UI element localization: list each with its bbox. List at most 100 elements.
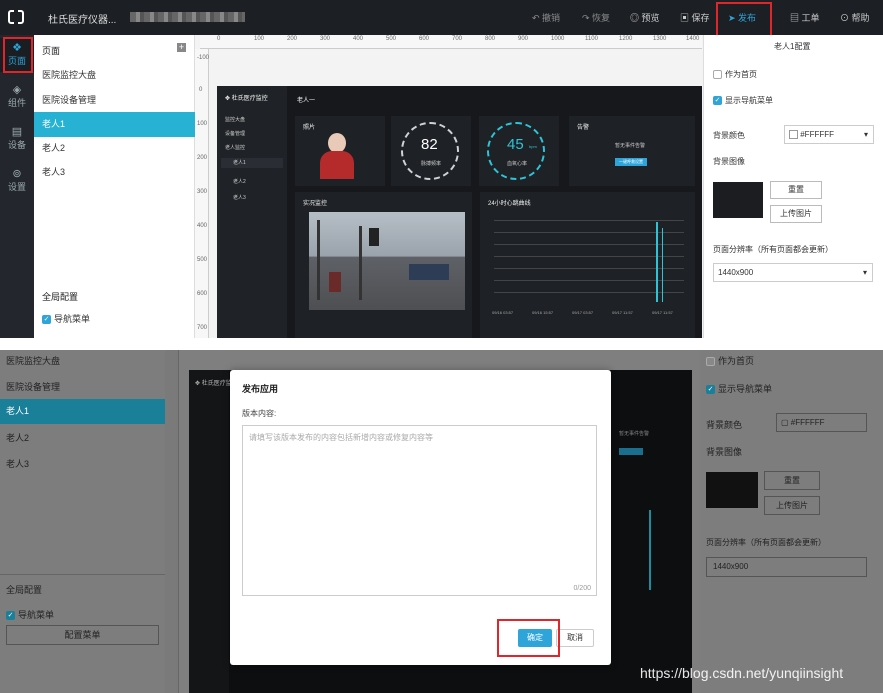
bg-image-thumbnail bbox=[713, 182, 763, 218]
curve-x-label: 09/17 03:57 bbox=[572, 310, 594, 315]
editor-top: 杜氏医疗仪器... ↶ 撤销 ↷ 恢复 ◎ 预览 ▣ 保存 ➤ 发布 ▤ 工单 … bbox=[0, 0, 883, 338]
show-nav-checkbox: ✓ 显示导航菜单 bbox=[706, 384, 773, 395]
device-icon: ▤ bbox=[11, 126, 23, 138]
preview-button[interactable]: ◎ 预览 bbox=[630, 11, 660, 24]
nav-menu-checkbox[interactable]: ✓ 导航菜单 bbox=[42, 312, 90, 325]
global-config-title: 全局配置 bbox=[6, 585, 43, 595]
work-order-button[interactable]: ▤ 工单 bbox=[790, 11, 820, 24]
canvas-page-title: 老人一 bbox=[297, 98, 316, 104]
page-item-selected: 老人1 bbox=[0, 399, 165, 424]
rail-item-devices[interactable]: ▤ 设备 bbox=[0, 122, 34, 156]
vertical-ruler: -100 0 100 200 300 400 500 600 700 bbox=[195, 49, 209, 338]
bg-image-label: 背景图像 bbox=[713, 157, 745, 166]
canvas-nav-item: 老人监控 bbox=[225, 145, 246, 151]
bpm-label: 血氧心率 bbox=[507, 161, 528, 167]
page-list-header: 页面 bbox=[42, 46, 61, 56]
page-item[interactable]: 医院监控大盘 bbox=[34, 63, 195, 88]
page-list-panel: 页面 + 医院监控大盘 医院设备管理 老人1 老人2 老人3 全局配置 ✓ 导航菜… bbox=[34, 35, 195, 338]
pulse-label: 脉搏频率 bbox=[421, 161, 442, 167]
canvas-nav-item: 设备管理 bbox=[225, 131, 246, 137]
curve-x-label: 09/16 15:57 bbox=[532, 310, 554, 315]
dim-config-panel: 作为首页 ✓ 显示导航菜单 背景颜色 ▢ #FFFFFF 背景图像 重置 上传图片… bbox=[700, 350, 883, 693]
char-counter: 0/200 bbox=[573, 585, 591, 592]
card-title: 实况监控 bbox=[303, 201, 328, 207]
avatar-head bbox=[328, 133, 346, 153]
bg-color-label: 背景颜色 bbox=[713, 131, 745, 140]
redo-button[interactable]: ↷ 恢复 bbox=[582, 11, 610, 24]
curve-x-label: 09/17 11:57 bbox=[652, 310, 673, 315]
canvas-nav-item: 老人3 bbox=[233, 195, 246, 201]
reset-button: 重置 bbox=[764, 471, 820, 490]
page-item[interactable]: 老人3 bbox=[34, 160, 195, 185]
gear-icon: ⊚ bbox=[12, 168, 22, 180]
reset-button[interactable]: 重置 bbox=[770, 181, 822, 199]
alarm-card: 告警 暂无事件告警 一键呼救设置 bbox=[569, 116, 695, 186]
cube-icon: ◈ bbox=[12, 84, 22, 96]
dim-ruler bbox=[165, 350, 179, 693]
resolution-label: 页面分辨率（所有页面都会更新） bbox=[713, 245, 833, 254]
as-home-checkbox[interactable]: 作为首页 bbox=[713, 69, 757, 80]
canvas-nav-item: 监控大盘 bbox=[225, 117, 246, 123]
design-canvas[interactable]: ✥ 杜氏医疗监控 监控大盘 设备管理 老人监控 老人1 老人2 老人3 老人一 … bbox=[217, 86, 702, 338]
bg-color-select[interactable]: #FFFFFF ▾ bbox=[784, 125, 874, 144]
bpm-value: 45 bbox=[507, 136, 524, 153]
page-item: 医院监控大盘 bbox=[6, 356, 61, 366]
live-monitor-card: 实况监控 bbox=[295, 192, 472, 338]
canvas-nav-item: 老人2 bbox=[233, 179, 246, 185]
config-menu-button: 配置菜单 bbox=[6, 625, 159, 645]
horizontal-ruler: 0 100 200 300 400 500 600 700 800 900 10… bbox=[200, 35, 702, 49]
bg-color-select: ▢ #FFFFFF bbox=[776, 413, 867, 432]
nav-menu-checkbox: ✓ 导航菜单 bbox=[6, 610, 55, 621]
page-item[interactable]: 老人2 bbox=[34, 136, 195, 161]
card-title: 照片 bbox=[303, 125, 316, 131]
dim-page-list: 医院监控大盘 医院设备管理 老人1 老人2 老人3 全局配置 ✓ 导航菜单 配置菜… bbox=[0, 350, 165, 693]
photo-card: 照片 bbox=[295, 116, 385, 186]
alarm-call-button bbox=[619, 448, 643, 455]
upload-image-button[interactable]: 上传图片 bbox=[770, 205, 822, 223]
resolution-select[interactable]: 1440x900 ▾ bbox=[713, 263, 873, 282]
app-logo-icon bbox=[8, 9, 24, 25]
blurred-text bbox=[130, 12, 245, 22]
canvas-logo-title: ✥ 杜氏医疗监控 bbox=[225, 96, 268, 102]
bpm-gauge-card: 45 bpm 血氧心率 bbox=[479, 116, 559, 186]
rail-item-settings[interactable]: ⊚ 设置 bbox=[0, 164, 34, 198]
help-button[interactable]: ⊙ 帮助 bbox=[840, 11, 870, 24]
undo-button[interactable]: ↶ 撤销 bbox=[532, 11, 560, 24]
card-title: 告警 bbox=[577, 125, 590, 131]
pulse-value: 82 bbox=[421, 136, 438, 153]
global-config-title: 全局配置 bbox=[42, 292, 79, 302]
add-page-button[interactable]: + bbox=[177, 43, 186, 52]
config-title: 老人1配置 bbox=[774, 42, 811, 51]
bpm-unit: bpm bbox=[529, 144, 537, 149]
avatar-body bbox=[320, 151, 354, 179]
canvas-nav-item: 老人1 bbox=[221, 158, 283, 168]
dialog-title: 发布应用 bbox=[242, 384, 279, 394]
version-content-label: 版本内容: bbox=[242, 409, 277, 418]
version-content-textarea[interactable]: 请填写该版本发布的内容包括新增内容或修复内容等 bbox=[242, 425, 597, 596]
page-item-selected[interactable]: 老人1 bbox=[34, 112, 195, 137]
alarm-call-button: 一键呼救设置 bbox=[615, 158, 647, 166]
page-item: 老人2 bbox=[6, 433, 30, 443]
confirm-highlight bbox=[497, 619, 560, 657]
pulse-gauge-card: 82 脉搏频率 bbox=[391, 116, 471, 186]
pages-highlight bbox=[3, 37, 33, 73]
page-item[interactable]: 医院设备管理 bbox=[34, 88, 195, 113]
resolution-label: 页面分辨率（所有页面都会更新） bbox=[706, 538, 826, 547]
curve-x-label: 09/16 03:57 bbox=[492, 310, 514, 315]
card-title: 24小时心跳曲线 bbox=[488, 201, 531, 207]
bg-image-thumbnail bbox=[706, 472, 758, 508]
show-nav-checkbox[interactable]: ✓ 显示导航菜单 bbox=[713, 95, 773, 106]
config-panel: 老人1配置 作为首页 ✓ 显示导航菜单 背景颜色 #FFFFFF ▾ 背景图像 重置… bbox=[703, 35, 883, 338]
app-title: 杜氏医疗仪器... bbox=[48, 15, 117, 26]
cancel-button[interactable]: 取消 bbox=[556, 629, 594, 647]
canvas-sidebar: ✥ 杜氏医疗监控 监控大盘 设备管理 老人监控 老人1 老人2 老人3 bbox=[217, 86, 287, 338]
as-home-checkbox: 作为首页 bbox=[706, 354, 754, 367]
heartbeat-curve-card: 24小时心跳曲线 09/16 03:57 09/16 15:57 09/17 0… bbox=[480, 192, 695, 338]
rail-item-components[interactable]: ◈ 组件 bbox=[0, 80, 34, 114]
resolution-select: 1440x900 bbox=[706, 557, 867, 577]
bg-color-label: 背景颜色 bbox=[706, 420, 743, 430]
curve-x-label: 09/17 11:57 bbox=[612, 310, 633, 315]
upload-image-button: 上传图片 bbox=[764, 496, 820, 515]
alarm-text: 暂无事件告警 bbox=[619, 431, 650, 437]
save-button[interactable]: ▣ 保存 bbox=[680, 11, 710, 24]
